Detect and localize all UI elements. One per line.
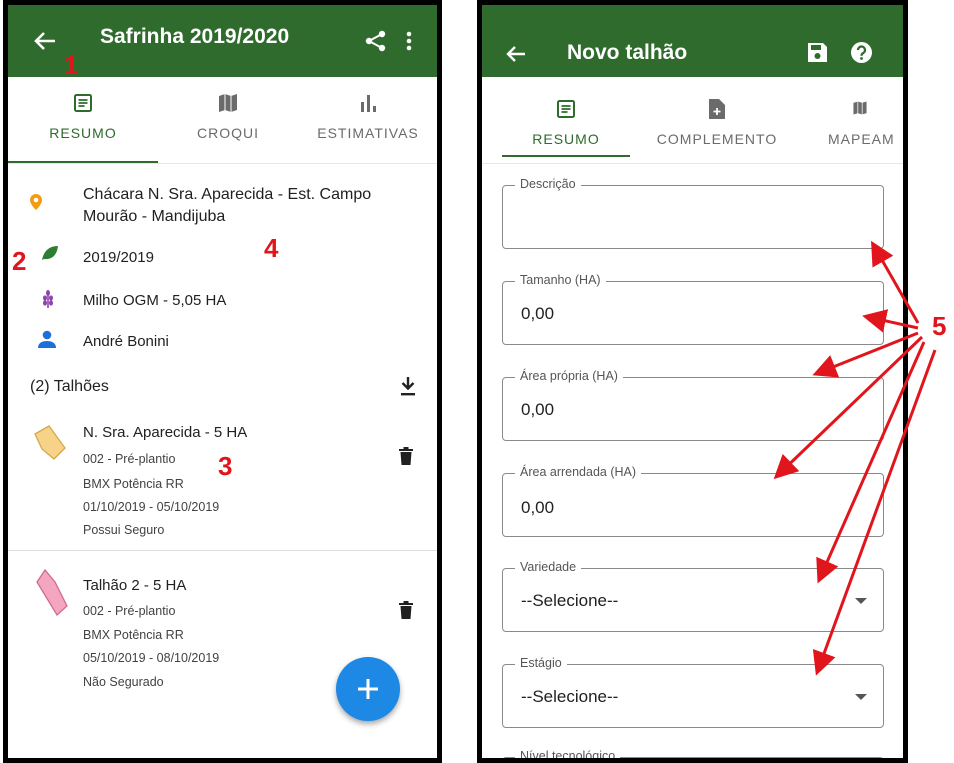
bar-chart-icon xyxy=(361,95,376,112)
article-icon xyxy=(557,100,575,118)
help-icon[interactable] xyxy=(851,42,872,63)
active-tab-indicator xyxy=(8,161,158,163)
more-vert-icon[interactable] xyxy=(406,31,412,51)
annotation-marker-1: 1 xyxy=(64,50,79,80)
tab-label: COMPLEMENTO xyxy=(656,131,778,147)
person-icon xyxy=(38,330,56,348)
field-value: --Selecione-- xyxy=(521,687,619,706)
left-screen: Safrinha 2019/2020 RESUMO CROQUI ESTIMAT… xyxy=(3,0,442,763)
tab-label: CROQUI xyxy=(197,125,259,141)
plot-variety: BMX Potência RR xyxy=(83,628,184,642)
tab-mapeamento[interactable]: MAPEAM xyxy=(828,77,903,163)
field-value: 0,00 xyxy=(521,400,555,419)
field-label: Tamanho (HA) xyxy=(515,273,606,287)
location-pin-icon xyxy=(30,194,42,210)
back-arrow-icon[interactable] xyxy=(34,31,56,51)
plot-shape-icon xyxy=(36,568,68,617)
tab-croqui[interactable]: CROQUI xyxy=(158,77,298,163)
plot-variety: BMX Potência RR xyxy=(83,477,184,491)
tab-bar: RESUMO CROQUI ESTIMATIVAS xyxy=(8,77,437,164)
plot-dates: 01/10/2019 - 05/10/2019 xyxy=(83,500,220,514)
plot-stage: 002 - Pré-plantio xyxy=(83,604,176,618)
leaf-icon xyxy=(42,246,58,260)
add-plot-fab[interactable] xyxy=(336,657,400,721)
plot-insurance: Possui Seguro xyxy=(83,523,165,537)
map-icon xyxy=(853,101,867,115)
plots-header: (2) Talhões xyxy=(30,378,109,395)
field-value: 0,00 xyxy=(521,498,555,517)
active-tab-indicator xyxy=(502,155,630,157)
delete-icon[interactable] xyxy=(399,601,413,619)
grain-icon xyxy=(43,290,53,308)
size-field[interactable]: Tamanho (HA) 0,00 xyxy=(502,273,884,345)
annotation-marker-2: 2 xyxy=(12,246,27,276)
own-area-field[interactable]: Área própria (HA) 0,00 xyxy=(502,369,884,441)
map-icon xyxy=(219,94,237,112)
download-icon[interactable] xyxy=(400,377,416,396)
crop-text: Milho OGM - 5,05 HA xyxy=(83,292,227,309)
article-icon xyxy=(74,94,92,112)
field-label: Nível tecnológico xyxy=(515,749,621,758)
page-title: Safrinha 2019/2020 xyxy=(100,25,290,48)
leased-area-field[interactable]: Área arrendada (HA) 0,00 xyxy=(502,465,884,537)
app-bar: Novo talhão xyxy=(482,5,903,77)
tech-level-field[interactable]: Nível tecnológico xyxy=(502,749,884,758)
field-value: --Selecione-- xyxy=(521,591,619,610)
field-label: Variedade xyxy=(515,560,582,574)
tab-label: ESTIMATIVAS xyxy=(317,125,419,141)
share-icon[interactable] xyxy=(365,30,387,52)
note-add-icon xyxy=(709,99,725,119)
field-label: Área arrendada (HA) xyxy=(515,465,642,479)
field-value: 0,00 xyxy=(521,304,555,323)
tab-resumo[interactable]: RESUMO xyxy=(8,77,158,163)
field-label: Descrição xyxy=(515,177,581,191)
tab-label: RESUMO xyxy=(49,125,117,141)
delete-icon[interactable] xyxy=(399,447,413,465)
plot-dates: 05/10/2019 - 08/10/2019 xyxy=(83,651,220,665)
annotation-marker-5: 5 xyxy=(932,311,947,341)
dropdown-arrow-icon xyxy=(855,694,867,700)
variety-select[interactable]: Variedade --Selecione-- xyxy=(502,560,884,632)
field-label: Área própria (HA) xyxy=(515,369,623,383)
plot-shape-icon xyxy=(34,425,66,460)
tab-resumo[interactable]: RESUMO xyxy=(502,77,630,163)
season-text: 2019/2019 xyxy=(83,249,154,266)
back-arrow-icon[interactable] xyxy=(506,45,526,63)
list-divider xyxy=(8,550,437,551)
tab-complemento[interactable]: COMPLEMENTO xyxy=(642,77,792,163)
plot-title[interactable]: Talhão 2 - 5 HA xyxy=(83,577,186,594)
right-screen: Novo talhão RESUMO COMPLEMENTO MAPEAM De… xyxy=(477,0,908,763)
description-field[interactable]: Descrição xyxy=(502,177,884,249)
dropdown-arrow-icon xyxy=(855,598,867,604)
field-label: Estágio xyxy=(515,656,567,670)
annotation-marker-3: 3 xyxy=(218,451,233,481)
page-title: Novo talhão xyxy=(567,41,688,64)
owner-text: André Bonini xyxy=(83,333,169,350)
tab-bar: RESUMO COMPLEMENTO MAPEAM xyxy=(482,77,903,164)
plot-insurance: Não Segurado xyxy=(83,675,164,689)
plot-title[interactable]: N. Sra. Aparecida - 5 HA xyxy=(83,424,247,441)
plot-stage: 002 - Pré-plantio xyxy=(83,452,176,466)
annotation-marker-4: 4 xyxy=(264,233,279,263)
plus-icon xyxy=(358,679,378,699)
location-text: Chácara N. Sra. Aparecida - Est. Campo M… xyxy=(83,186,372,225)
tab-label: MAPEAM xyxy=(828,131,895,147)
tab-label: RESUMO xyxy=(532,131,600,147)
stage-select[interactable]: Estágio --Selecione-- xyxy=(502,656,884,728)
tab-estimativas[interactable]: ESTIMATIVAS xyxy=(298,77,437,163)
save-icon[interactable] xyxy=(808,43,827,62)
